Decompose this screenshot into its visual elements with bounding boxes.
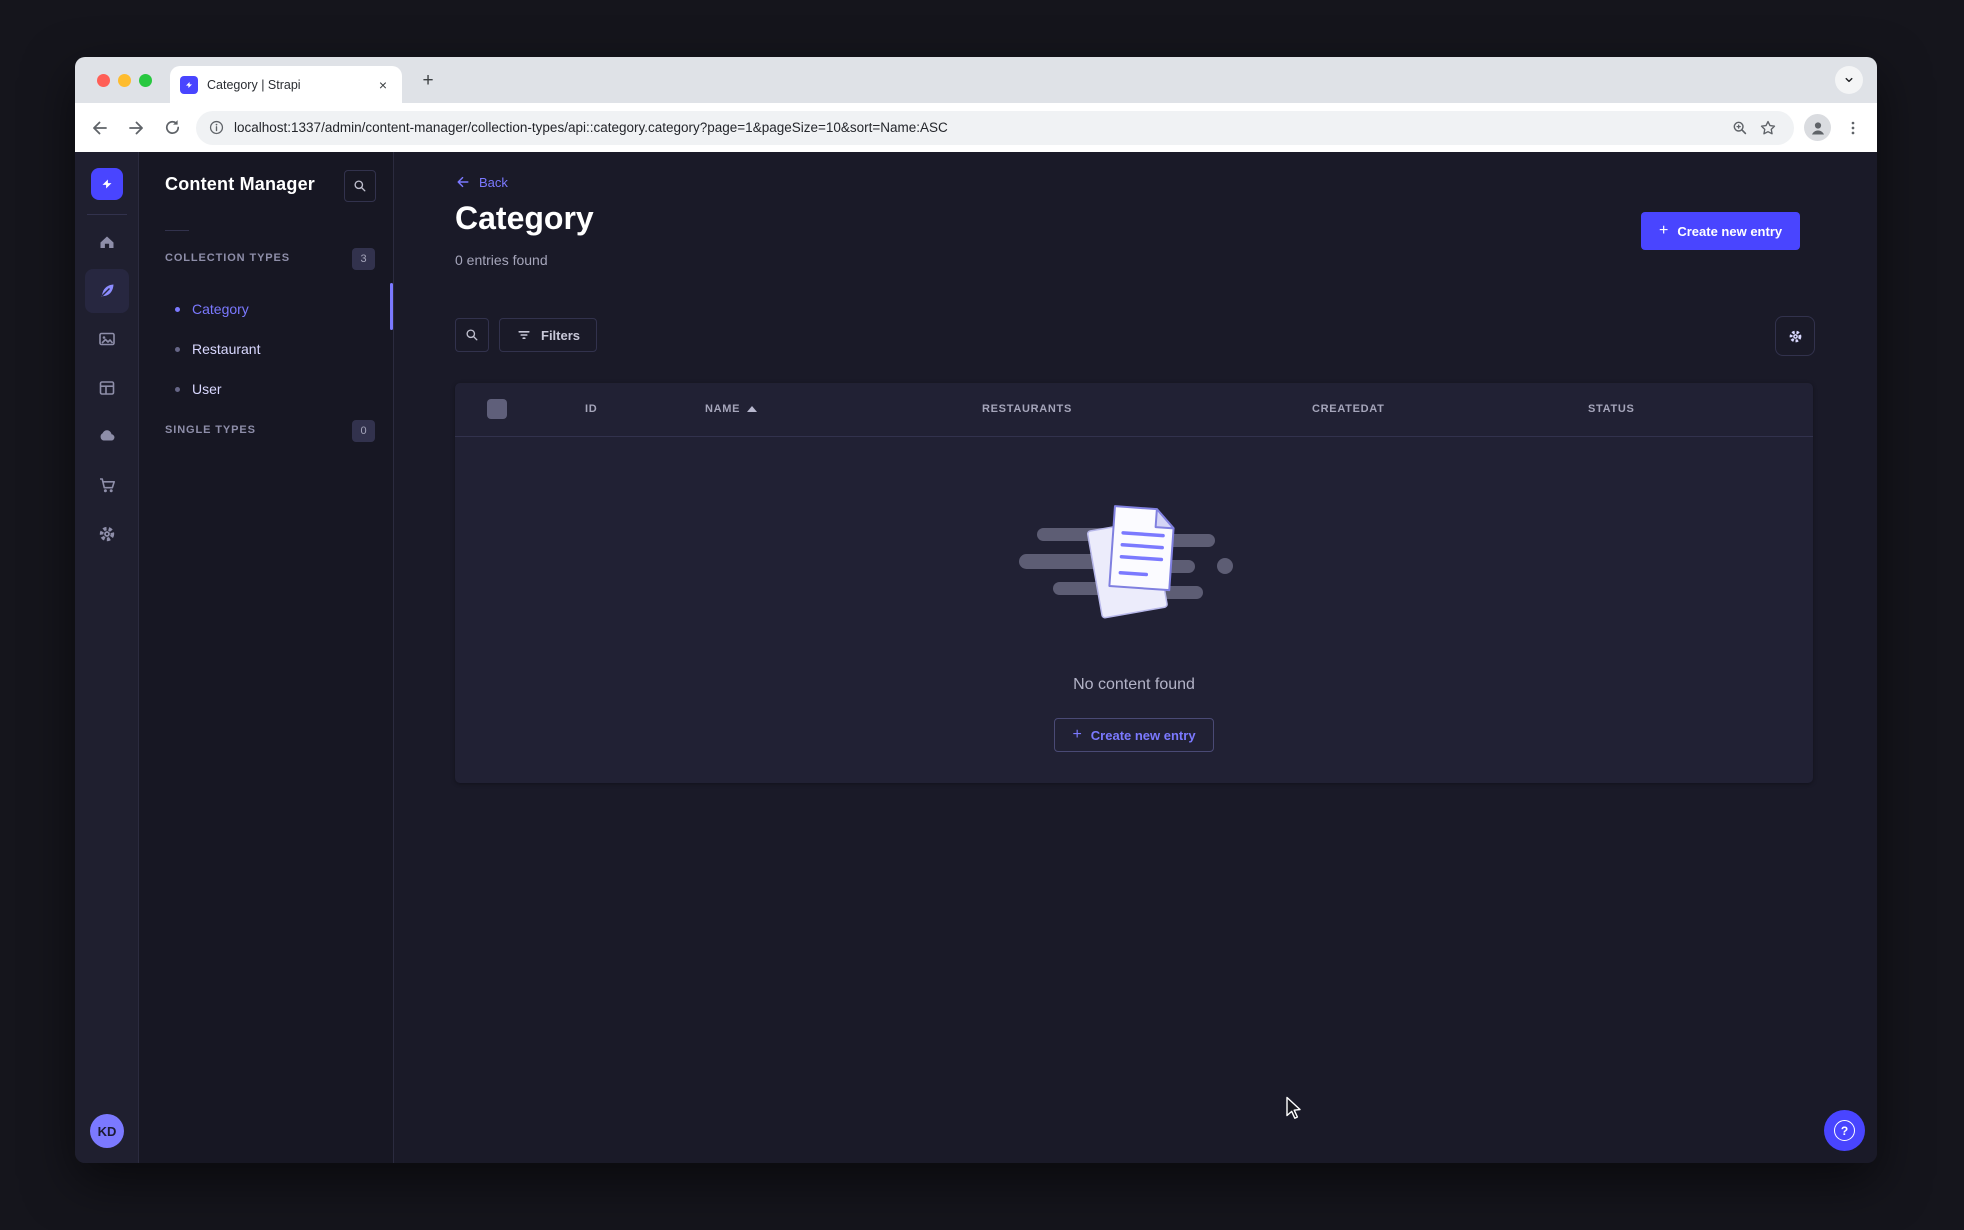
fullscreen-window-button[interactable]: [139, 74, 152, 87]
plus-icon: +: [1659, 222, 1669, 239]
sidebar-item-deploy[interactable]: [85, 414, 129, 458]
browser-profile-icon[interactable]: [1804, 114, 1831, 141]
help-button[interactable]: ?: [1824, 1110, 1865, 1151]
active-item-indicator: [390, 283, 393, 330]
browser-toolbar: localhost:1337/admin/content-manager/col…: [75, 103, 1877, 152]
sidebar-item-media-library[interactable]: [85, 317, 129, 361]
panel-title: Content Manager: [165, 174, 316, 194]
page-title: Category: [455, 200, 594, 236]
view-settings-button[interactable]: [1775, 316, 1815, 356]
gear-icon: [1789, 330, 1801, 342]
single-types-section-label: SINGLE TYPES: [165, 424, 256, 436]
empty-documents-illustration: [1019, 505, 1233, 619]
select-all-checkbox[interactable]: [487, 399, 507, 419]
collection-types-section-label: COLLECTION TYPES: [165, 252, 291, 264]
column-header-name[interactable]: NAME: [705, 403, 758, 415]
empty-state: No content found + Create new entry: [455, 436, 1813, 752]
plus-icon: +: [1072, 726, 1082, 743]
panel-divider: [165, 230, 189, 231]
panel-search-button[interactable]: [344, 170, 376, 202]
url-bar[interactable]: localhost:1337/admin/content-manager/col…: [196, 110, 1794, 145]
sidebar-item-content-manager[interactable]: [85, 269, 129, 313]
sidebar-item-restaurant[interactable]: Restaurant: [175, 337, 260, 361]
tab-search-chevron-icon[interactable]: [1835, 66, 1863, 94]
main-navigation-rail: KD: [75, 152, 139, 1163]
bullet-icon: [175, 346, 180, 352]
back-link-label: Back: [479, 174, 508, 190]
bullet-icon: [175, 386, 180, 392]
strapi-logo[interactable]: [91, 168, 123, 200]
sidebar-item-home[interactable]: [85, 220, 129, 264]
browser-tab[interactable]: Category | Strapi ×: [170, 66, 402, 103]
column-header-createdat[interactable]: CREATEDAT: [1312, 403, 1385, 415]
filters-label: Filters: [541, 327, 581, 343]
filters-button[interactable]: Filters: [499, 318, 598, 352]
empty-state-message: No content found: [1073, 676, 1195, 693]
tab-title: Category | Strapi: [207, 77, 301, 92]
forward-icon[interactable]: [121, 113, 151, 143]
single-types-count-badge: 0: [352, 420, 375, 442]
nav-item-label: Category: [192, 301, 249, 317]
bullet-icon: [175, 306, 180, 312]
sort-ascending-icon: [747, 406, 758, 412]
strapi-app: KD Content Manager COLLECTION TYPES 3 Ca…: [75, 152, 1877, 1163]
close-window-button[interactable]: [97, 74, 110, 87]
table-search-button[interactable]: [455, 318, 489, 352]
create-new-entry-label: Create new entry: [1677, 223, 1783, 239]
browser-tab-strip: Category | Strapi × +: [75, 57, 1877, 103]
strapi-favicon-icon: [180, 75, 198, 94]
sidebar-item-user[interactable]: User: [175, 377, 222, 401]
collection-types-count-badge: 3: [352, 248, 375, 270]
minimize-window-button[interactable]: [118, 74, 131, 87]
sidebar-item-settings[interactable]: [85, 512, 129, 556]
entries-count: 0 entries found: [455, 252, 548, 268]
create-new-entry-button[interactable]: + Create new entry: [1641, 212, 1801, 250]
column-header-status[interactable]: STATUS: [1588, 403, 1635, 415]
browser-window: Category | Strapi × + localhost:1337/adm…: [75, 57, 1877, 1163]
url-text[interactable]: localhost:1337/admin/content-manager/col…: [234, 120, 1726, 135]
user-avatar[interactable]: KD: [90, 1114, 124, 1148]
column-header-id[interactable]: ID: [585, 403, 597, 415]
nav-item-label: User: [192, 381, 222, 397]
reload-icon[interactable]: [157, 113, 187, 143]
entries-table: ID NAME RESTAURANTS CREATEDAT STATUS No …: [455, 383, 1813, 783]
column-header-restaurants[interactable]: RESTAURANTS: [982, 403, 1072, 415]
tab-close-icon[interactable]: ×: [374, 76, 392, 94]
back-icon[interactable]: [85, 113, 115, 143]
content-manager-panel: Content Manager COLLECTION TYPES 3 Categ…: [139, 152, 394, 1163]
browser-menu-icon[interactable]: [1839, 114, 1867, 142]
empty-create-label: Create new entry: [1090, 727, 1196, 743]
back-link[interactable]: Back: [455, 174, 508, 190]
site-info-icon[interactable]: [208, 119, 225, 136]
rail-divider: [87, 214, 127, 215]
zoom-icon[interactable]: [1726, 114, 1754, 142]
sidebar-item-content-type-builder[interactable]: [85, 366, 129, 410]
question-mark-icon: ?: [1834, 1120, 1855, 1141]
new-tab-button[interactable]: +: [415, 68, 441, 94]
nav-item-label: Restaurant: [192, 341, 261, 357]
sidebar-item-marketplace[interactable]: [85, 463, 129, 507]
sidebar-item-category[interactable]: Category: [175, 297, 249, 321]
empty-create-new-entry-button[interactable]: + Create new entry: [1054, 718, 1214, 752]
main-content: Back Category 0 entries found + Create n…: [394, 152, 1877, 1163]
filter-icon: [518, 331, 530, 339]
bookmark-star-icon[interactable]: [1754, 114, 1782, 142]
